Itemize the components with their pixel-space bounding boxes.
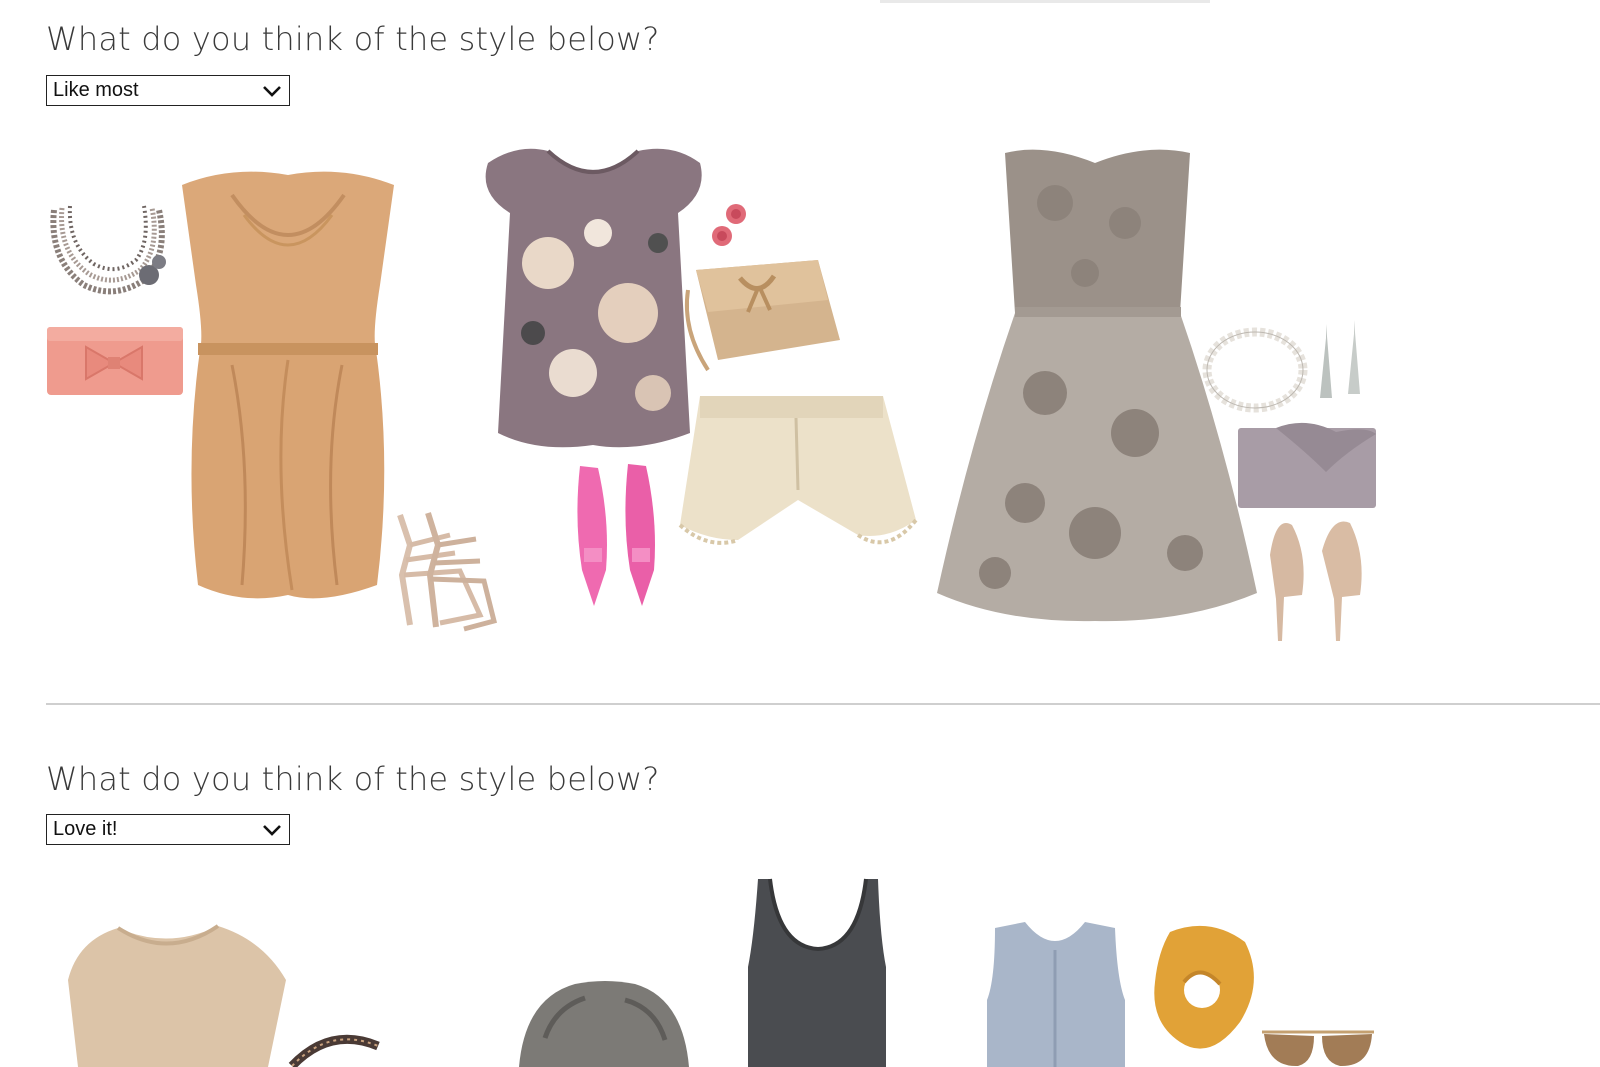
strappy-nude-heels-icon	[397, 512, 498, 632]
section-divider	[46, 703, 1600, 705]
question-2-selected-value: Love it!	[53, 818, 118, 840]
gold-clutch-icon	[684, 260, 840, 372]
pink-pumps-icon	[577, 464, 655, 606]
floral-blouse-icon	[485, 148, 702, 448]
grey-knit-cardigan-icon	[519, 981, 689, 1067]
question-1-rating-select[interactable]: Like most	[46, 75, 290, 106]
lace-shorts-icon	[678, 396, 918, 545]
drop-earrings-icon	[1320, 320, 1360, 398]
question-1-prompt: What do you think of the style below?	[46, 20, 660, 58]
top-edge-shadow	[880, 0, 1210, 3]
charcoal-tank-icon	[748, 878, 886, 1067]
metallic-heels-icon	[1270, 521, 1362, 641]
beige-top-icon	[68, 924, 286, 1067]
question-2-rating-select[interactable]: Love it!	[46, 814, 290, 845]
chevron-down-icon	[263, 86, 281, 97]
aviator-sunglasses-icon	[1262, 1030, 1374, 1067]
rose-earrings-icon	[712, 204, 746, 246]
pearl-bracelet-icon	[1202, 327, 1308, 413]
beaded-necklace-icon	[50, 205, 166, 295]
mustard-scarf-icon	[1154, 925, 1254, 1049]
tan-draped-dress-icon	[182, 171, 394, 599]
question-1-selected-value: Like most	[53, 79, 139, 101]
belt-icon	[288, 1034, 380, 1067]
pink-bow-clutch-icon	[47, 327, 183, 395]
lilac-ruffle-clutch-icon	[1238, 422, 1376, 508]
question-2-prompt: What do you think of the style below?	[46, 760, 660, 798]
blue-sleeveless-blouse-icon	[987, 922, 1125, 1067]
chevron-down-icon	[263, 825, 281, 836]
